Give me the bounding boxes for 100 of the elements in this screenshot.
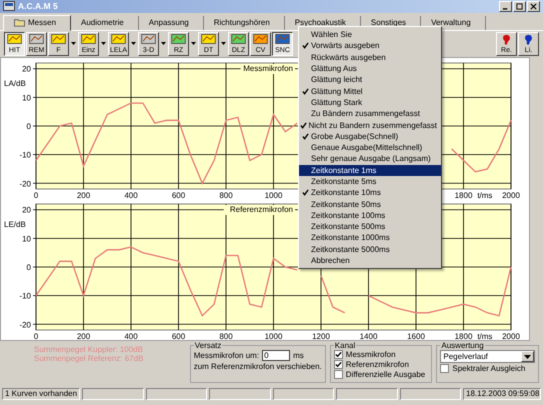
unit-label: ms (293, 351, 304, 360)
tick-label: 1600 (407, 332, 425, 340)
checkbox[interactable] (334, 370, 343, 380)
close-icon (529, 2, 538, 10)
chart-icon (275, 34, 290, 44)
dropdown[interactable]: Pegelverlauf (440, 350, 535, 364)
caret-icon (71, 42, 76, 46)
group-title: Versatz (194, 341, 222, 350)
tick-label: 10 (22, 234, 31, 244)
axis-label: LE/dB (4, 220, 26, 229)
menu-item[interactable]: Genaue Ausgabe(Mittelschnell) (299, 142, 441, 154)
tab[interactable]: Richtungshören (204, 16, 285, 30)
menu-item[interactable]: Zu Bändern zusammengefasst (299, 108, 441, 120)
menu-item[interactable]: Sehr genaue Ausgabe (Langsam) (299, 153, 441, 165)
close-button[interactable] (527, 0, 540, 12)
tick-label: 20 (22, 64, 31, 74)
menu-item[interactable]: Glättung Mittel (299, 85, 441, 97)
tab[interactable]: Anpassung (138, 16, 204, 30)
tick-label: -20 (19, 178, 31, 188)
menu-item[interactable]: Nicht zu Bandern zusemmengefasst (299, 119, 441, 131)
checkbox-label: Messmikrofon (346, 350, 396, 360)
tick-label: 600 (172, 190, 186, 199)
tick-label: -10 (19, 150, 31, 160)
tick-label: 200 (76, 332, 90, 340)
chart-icon (111, 34, 126, 44)
menu-item[interactable]: Zeitkonstante 100ms (299, 210, 441, 222)
group-title: Kanal (334, 341, 356, 350)
tick-label: 1400 (360, 332, 378, 340)
status-panel (400, 388, 461, 400)
tick-label: 400 (124, 332, 138, 340)
axis-label: LA/dB (4, 78, 26, 88)
field-label: Messmikrofon um: (194, 351, 260, 360)
maximize-icon (515, 2, 524, 10)
note-text: zum Referenzmikrofon verschieben. (194, 362, 322, 372)
tab[interactable]: Messen (3, 14, 72, 31)
checkbox-label: Spektraler Ausgleich (452, 364, 526, 374)
caret-icon (524, 354, 531, 359)
chart-icon (253, 34, 268, 44)
status-text: 1 Kurven vorhanden (2, 388, 80, 400)
tick-label: 1000 (264, 332, 282, 340)
tab[interactable]: Audiometrie (71, 16, 139, 30)
menu-item[interactable]: Vorwärts ausgeben (299, 40, 441, 52)
tick-label: 800 (219, 190, 233, 199)
status-panel (82, 388, 144, 400)
menu-item[interactable]: Zeitkonstante 1000ms (299, 232, 441, 244)
caret-icon (131, 42, 136, 46)
tick-label: 800 (219, 332, 233, 340)
tick-label: 0 (34, 332, 38, 340)
checkbox[interactable] (334, 350, 343, 360)
menu-item[interactable]: Abbrechen (299, 254, 441, 266)
menu-item[interactable]: Zeitkonstante 500ms (299, 221, 441, 232)
chart-icon (231, 34, 246, 44)
chart-icon (201, 34, 216, 44)
group-title: Auswertung (440, 341, 485, 350)
summary-text: Summenpegel Kuppler: 100dB (34, 345, 144, 354)
tick-label: 1000 (264, 190, 282, 199)
menu-item[interactable]: Glättung leicht (299, 74, 441, 86)
checkbox-label: Differenzielle Ausgabe (346, 370, 426, 380)
menu-item[interactable]: Zeitkonstante 10ms (299, 187, 441, 198)
summary-text: Summenpegel Referenz: 67dB (34, 354, 144, 364)
menu-item[interactable]: Zeitkonstante 5ms (299, 176, 441, 188)
tick-label: 1800 (454, 332, 472, 340)
minimize-button[interactable] (499, 0, 512, 12)
axis-label: t/ms (477, 332, 492, 340)
chart-title: Referenzmikrofon (230, 204, 293, 214)
chart-icon (29, 34, 44, 44)
menu-item[interactable]: Grobe Ausgabe(Schnell) (299, 130, 441, 142)
input-field[interactable]: 0 (262, 350, 290, 362)
tick-label: 0 (26, 262, 31, 272)
tick-label: 1200 (312, 332, 330, 340)
checkbox[interactable] (334, 360, 343, 370)
caret-icon (101, 42, 106, 46)
menu-item[interactable]: Glättung Aus (299, 62, 441, 74)
tick-label: 0 (26, 122, 31, 131)
chart-icon (51, 34, 66, 44)
status-panel (336, 388, 398, 400)
chart-icon (7, 34, 22, 44)
checkbox-label: Referenzmikrofon (346, 360, 409, 370)
menu-item[interactable]: Rückwärts ausgeben (299, 52, 441, 63)
caret-icon (221, 42, 226, 46)
status-time: 18.12.2003 09:59:08 (463, 388, 541, 400)
menu-item[interactable]: Glättung Stark (299, 96, 441, 108)
status-panel (272, 388, 334, 400)
chart-icon (141, 34, 156, 44)
chart-icon (171, 34, 186, 44)
tick-label: 2000 (502, 332, 520, 340)
app-icon (3, 1, 15, 12)
status-panel (209, 388, 270, 400)
menu-item[interactable]: Zeitkonstante 1ms (299, 164, 441, 176)
tick-label: 0 (34, 190, 38, 199)
menu-item[interactable]: Zeitkonstante 5000ms (299, 244, 441, 255)
chart-icon (81, 34, 96, 44)
caret-icon (191, 42, 196, 46)
maximize-button[interactable] (513, 0, 526, 12)
checkbox[interactable] (440, 364, 450, 374)
menu-item[interactable]: Zeitkonstante 50ms (299, 198, 441, 210)
dropdown-button[interactable] (521, 351, 534, 362)
tick-label: 10 (22, 93, 31, 102)
menu-item[interactable]: Wählen Sie (299, 29, 441, 40)
tick-label: 2000 (502, 190, 520, 199)
